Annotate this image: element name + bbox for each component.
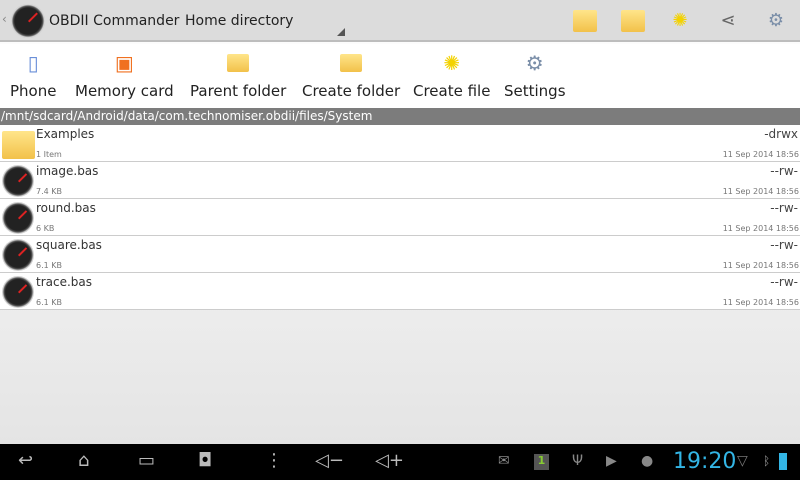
screenshot-icon[interactable]: ◘ xyxy=(198,450,212,471)
label: Parent folder xyxy=(190,82,287,100)
file-date: 11 Sep 2014 18:56 xyxy=(722,261,799,270)
label: Create folder xyxy=(302,82,401,100)
file-name: round.bas xyxy=(36,201,96,215)
file-size: 6 KB xyxy=(36,224,55,233)
volume-down-icon[interactable]: ◁− xyxy=(315,450,344,471)
create-file-button[interactable]: ✺ Create file xyxy=(413,50,490,100)
action-bar: ‹ OBDII Commander Home directory ✺ ⋖ ⚙ xyxy=(0,0,800,42)
notification-count: 1 xyxy=(534,454,549,470)
file-name: square.bas xyxy=(36,238,102,252)
file-permissions: --rw- xyxy=(770,238,798,252)
label: Settings xyxy=(504,82,566,100)
file-row[interactable]: trace.bas 6.1 KB --rw- 11 Sep 2014 18:56 xyxy=(0,273,800,310)
wifi-icon: ▽ xyxy=(737,453,748,469)
system-nav-bar: ↩ ⌂ ▭ ◘ ⋮ ◁− ◁+ ✉ 1 Ψ ▶ ● 19:20 ▽ ᛒ xyxy=(0,444,800,480)
file-date: 11 Sep 2014 18:56 xyxy=(722,187,799,196)
gmail-icon: ✉ xyxy=(498,453,510,469)
file-size: 1 Item xyxy=(36,150,62,159)
file-name: trace.bas xyxy=(36,275,93,289)
file-size: 7.4 KB xyxy=(36,187,62,196)
label: Phone xyxy=(10,82,57,100)
back-chevron-icon[interactable]: ‹ xyxy=(2,12,7,26)
memory-card-button[interactable]: ▣ Memory card xyxy=(75,50,174,100)
file-permissions: --rw- xyxy=(770,275,798,289)
bluetooth-icon: ᛒ xyxy=(763,454,771,468)
folder-row[interactable]: Examples 1 Item -drwx 11 Sep 2014 18:56 xyxy=(0,125,800,162)
gauge-file-icon xyxy=(2,239,34,271)
home-icon[interactable]: ⌂ xyxy=(78,450,89,471)
file-size: 6.1 KB xyxy=(36,298,62,307)
file-permissions: --rw- xyxy=(770,164,798,178)
settings-button[interactable]: ⚙ Settings xyxy=(504,50,566,100)
parent-folder-icon[interactable] xyxy=(573,10,597,32)
toolbar: ▯ Phone ▣ Memory card Parent folder Create… xyxy=(0,44,800,108)
create-folder-icon xyxy=(340,54,363,72)
app-title: OBDII Commander xyxy=(49,13,180,29)
recent-apps-icon[interactable]: ▭ xyxy=(138,450,155,471)
android-icon: ● xyxy=(641,453,654,469)
current-path: /mnt/sdcard/Android/data/com.technomiser… xyxy=(0,108,800,125)
settings-icon[interactable]: ⚙ xyxy=(764,10,788,32)
file-row[interactable]: round.bas 6 KB --rw- 11 Sep 2014 18:56 xyxy=(0,199,800,236)
file-row[interactable]: square.bas 6.1 KB --rw- 11 Sep 2014 18:5… xyxy=(0,236,800,273)
file-name: image.bas xyxy=(36,164,99,178)
back-icon[interactable]: ↩ xyxy=(18,450,33,471)
volume-up-icon[interactable]: ◁+ xyxy=(375,450,404,471)
app-logo-icon[interactable] xyxy=(11,4,45,38)
file-size: 6.1 KB xyxy=(36,261,62,270)
battery-icon xyxy=(779,453,787,470)
file-row[interactable]: image.bas 7.4 KB --rw- 11 Sep 2014 18:56 xyxy=(0,162,800,199)
file-date: 11 Sep 2014 18:56 xyxy=(722,298,799,307)
phone-icon: ▯ xyxy=(27,51,39,75)
file-permissions: --rw- xyxy=(770,201,798,215)
clock: 19:20 xyxy=(673,449,737,474)
file-name: Examples xyxy=(36,127,95,141)
file-list: Examples 1 Item -drwx 11 Sep 2014 18:56 … xyxy=(0,125,800,310)
usb-icon: Ψ xyxy=(572,453,584,469)
folder-icon xyxy=(2,131,35,159)
file-date: 11 Sep 2014 18:56 xyxy=(722,150,799,159)
parent-folder-icon xyxy=(227,54,250,72)
create-file-icon[interactable]: ✺ xyxy=(668,10,692,32)
play-store-icon: ▶ xyxy=(606,453,617,469)
file-date: 11 Sep 2014 18:56 xyxy=(722,224,799,233)
create-folder-icon[interactable] xyxy=(621,10,645,32)
file-permissions: -drwx xyxy=(764,127,798,141)
spinner-arrow-icon xyxy=(337,28,345,36)
gauge-file-icon xyxy=(2,276,34,308)
phone-button[interactable]: ▯ Phone xyxy=(10,50,56,100)
label: Create file xyxy=(413,82,491,100)
label: Memory card xyxy=(75,82,174,100)
share-icon[interactable]: ⋖ xyxy=(716,10,740,32)
settings-icon: ⚙ xyxy=(525,51,544,75)
gauge-file-icon xyxy=(2,165,34,197)
create-file-icon: ✺ xyxy=(443,51,461,75)
sd-card-icon: ▣ xyxy=(114,51,134,75)
create-folder-button[interactable]: Create folder xyxy=(302,50,400,100)
parent-folder-button[interactable]: Parent folder xyxy=(190,50,286,100)
gauge-file-icon xyxy=(2,202,34,234)
location-spinner[interactable]: Home directory xyxy=(185,13,293,29)
menu-icon[interactable]: ⋮ xyxy=(265,450,283,471)
